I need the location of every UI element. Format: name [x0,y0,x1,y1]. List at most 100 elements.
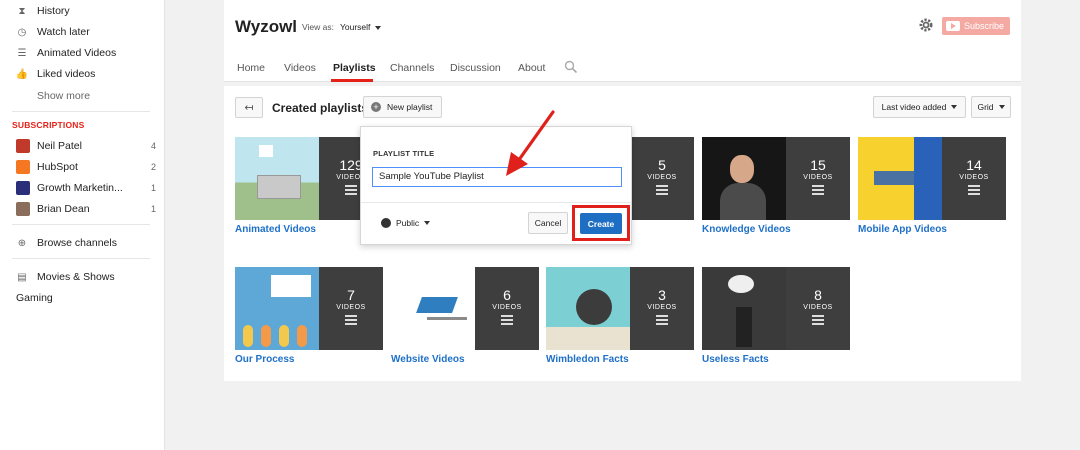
search-icon[interactable] [564,60,578,74]
tab-playlists[interactable]: Playlists [333,62,376,74]
video-count: 5 [658,157,666,173]
thumbnail-image [702,137,786,220]
tab-channels[interactable]: Channels [390,62,434,74]
sidebar-item-watch-later[interactable]: ◷ Watch later [16,23,156,41]
playlist-title[interactable]: Knowledge Videos [702,224,850,235]
sidebar-item-animated-videos[interactable]: ☰ Animated Videos [16,44,156,62]
avatar [16,160,30,174]
sort-dropdown[interactable]: Last video added [873,96,966,118]
youtube-play-icon [946,21,960,31]
tab-videos[interactable]: Videos [284,62,316,74]
playlist-card[interactable]: 6 VIDEOS Website Videos [391,267,539,365]
playlist-title-input[interactable]: Sample YouTube Playlist [372,167,622,187]
videos-label: VIDEOS [647,174,677,181]
thumbs-up-icon: 👍 [15,68,29,80]
sidebar-item-growth-marketing[interactable]: Growth Marketin... 1 [16,179,156,197]
clock-icon: ◷ [17,26,27,38]
section-title: Created playlists [272,101,369,115]
thumbnail-image [702,267,786,350]
playlist-title-label: PLAYLIST TITLE [373,149,435,158]
subscription-label: Brian Dean [37,203,90,215]
playlist-thumbnail[interactable]: 6 VIDEOS [391,267,539,350]
playlist-title[interactable]: Our Process [235,354,383,365]
create-button[interactable]: Create [580,213,622,234]
playlist-thumbnail[interactable]: 3 VIDEOS [546,267,694,350]
subscribe-button[interactable]: Subscribe [942,17,1010,35]
sidebar-item-hubspot[interactable]: HubSpot 2 [16,158,156,176]
dialog-divider [361,202,631,203]
new-playlist-button[interactable]: + New playlist [363,96,442,118]
tab-discussion[interactable]: Discussion [450,62,501,74]
tab-home[interactable]: Home [237,62,265,74]
sidebar-item-label: History [37,5,70,17]
playlist-title[interactable]: Mobile App Videos [858,224,1006,235]
playlist-thumbnail[interactable]: 15 VIDEOS [702,137,850,220]
create-highlight-box: Create [572,205,630,241]
avatar [16,181,30,195]
subscription-count: 1 [150,204,156,214]
subscriptions-heading: SUBSCRIPTIONS [12,120,85,130]
playlist-card[interactable]: 8 VIDEOS Useless Facts [702,267,850,365]
thumbnail-image [235,267,319,350]
video-count: 8 [814,287,822,303]
show-more-link[interactable]: Show more [37,90,90,102]
videos-label: VIDEOS [647,304,677,311]
playlist-icon [345,185,357,195]
sidebar-item-history[interactable]: ⧗ History [16,2,156,20]
playlist-card[interactable]: 7 VIDEOS Our Process [235,267,383,365]
videos-label: VIDEOS [336,304,366,311]
subscription-count: 1 [150,183,156,193]
sidebar-item-neil-patel[interactable]: Neil Patel 4 [16,137,156,155]
back-button[interactable]: ↤ [235,97,263,118]
plus-icon: + [371,102,381,112]
tab-about[interactable]: About [518,62,545,74]
playlist-thumbnail[interactable]: 7 VIDEOS [235,267,383,350]
sidebar-item-label: Watch later [37,26,90,38]
view-as-value: Yourself [339,22,371,32]
thumbnail-image [391,267,475,350]
video-count: 14 [966,157,982,173]
sidebar-item-browse-channels[interactable]: ⊕ Browse channels [16,234,156,252]
sidebar-item-liked-videos[interactable]: 👍 Liked videos [16,65,156,83]
sidebar-item-gaming[interactable]: Gaming [16,289,156,307]
sidebar-item-brian-dean[interactable]: Brian Dean 1 [16,200,156,218]
subscription-label: HubSpot [37,161,78,173]
thumbnail-image [235,137,319,220]
view-as-selector[interactable]: View as: Yourself [302,22,382,32]
new-playlist-dialog: PLAYLIST TITLE Sample YouTube Playlist P… [360,126,632,245]
sidebar-item-label: Gaming [16,292,53,304]
film-icon: ▤ [17,271,27,283]
videos-label: VIDEOS [803,174,833,181]
playlist-icon [812,185,824,195]
view-dropdown[interactable]: Grid [971,96,1011,118]
plus-circle-icon: ⊕ [17,237,27,249]
cancel-button[interactable]: Cancel [528,212,568,234]
sidebar-item-label: Browse channels [37,237,117,249]
playlist-title[interactable]: Wimbledon Facts [546,354,694,365]
playlist-card[interactable]: 15 VIDEOS Knowledge Videos [702,137,850,235]
playlist-title[interactable]: Useless Facts [702,354,850,365]
playlist-card[interactable]: 14 VIDEOS Mobile App Videos [858,137,1006,235]
sidebar-item-label: Movies & Shows [37,271,115,283]
list-icon: ☰ [17,47,27,59]
video-count-overlay: 7 VIDEOS [319,267,383,350]
avatar [16,202,30,216]
playlist-card[interactable]: 3 VIDEOS Wimbledon Facts [546,267,694,365]
playlist-thumbnail[interactable]: 8 VIDEOS [702,267,850,350]
playlist-title[interactable]: Website Videos [391,354,539,365]
sort-label: Last video added [881,102,947,112]
subscription-label: Growth Marketin... [37,182,123,194]
back-arrow-icon: ↤ [244,102,254,114]
sidebar-item-movies-shows[interactable]: ▤ Movies & Shows [16,268,156,286]
chevron-down-icon [951,105,958,109]
thumbnail-image [546,267,630,350]
gear-icon[interactable] [918,17,934,33]
playlist-thumbnail[interactable]: 14 VIDEOS [858,137,1006,220]
privacy-dropdown[interactable]: Public [381,218,431,228]
chevron-down-icon [375,26,382,30]
videos-label: VIDEOS [492,304,522,311]
channel-name: Wyzowl [235,17,298,36]
video-count-overlay: 6 VIDEOS [475,267,539,350]
subscribe-label: Subscribe [964,21,1005,31]
sidebar-divider [12,258,150,259]
